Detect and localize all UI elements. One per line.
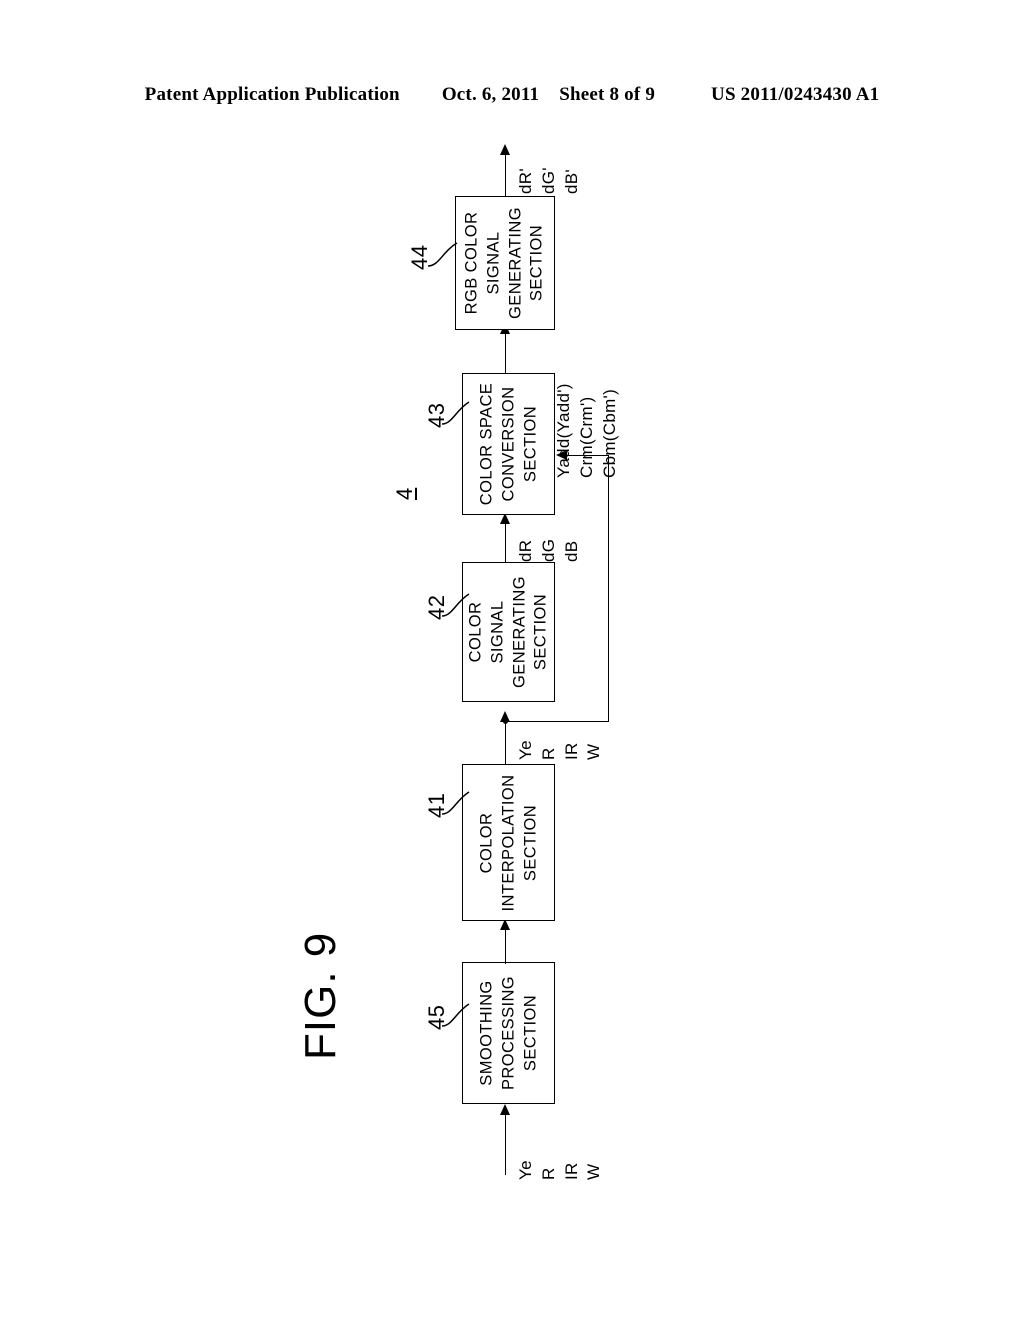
leader-line-42: [441, 593, 470, 617]
block-44-line-2: GENERATING: [506, 207, 524, 319]
block-43-line-2: SECTION: [520, 405, 539, 483]
signal-label-color-out: dR dG dB: [515, 539, 583, 562]
block-rgb-color-signal-generating-section[interactable]: RGB COLOR SIGNAL GENERATING SECTION: [455, 196, 555, 330]
connector-41-to-42: [505, 722, 506, 764]
block-41-label: COLOR INTERPOLATION SECTION: [476, 774, 541, 911]
signal-input-1: R: [538, 1167, 558, 1180]
signal-feedback-1: Crm(Crm'): [576, 396, 596, 478]
block-color-space-conversion-section[interactable]: COLOR SPACE CONVERSION SECTION: [462, 373, 555, 515]
block-43-line-1: CONVERSION: [498, 386, 517, 502]
figure-9-block-diagram: FIG. 9 4 Ye R IR W SMOOTHING PROCESSING …: [0, 0, 1024, 1320]
system-numeral-4: 4: [392, 488, 418, 500]
connector-43-to-44: [505, 334, 506, 374]
block-smoothing-processing-section[interactable]: SMOOTHING PROCESSING SECTION: [462, 962, 555, 1104]
signal-label-feedback: Yadd(Yadd') Crm(Crm') Cbm(Cbm'): [553, 383, 621, 478]
block-43-line-0: COLOR SPACE: [476, 382, 495, 506]
signal-output-2: dB': [561, 169, 581, 194]
signal-interp-2: IR: [561, 742, 581, 760]
block-color-signal-generating-section[interactable]: COLOR SIGNAL GENERATING SECTION: [462, 562, 555, 702]
leader-line-43: [441, 401, 470, 425]
signal-interp-3: W: [584, 743, 604, 760]
block-41-line-0: COLOR: [476, 812, 495, 873]
figure-title: FIG. 9: [296, 931, 345, 1060]
signal-color-1: dG: [538, 538, 558, 562]
block-42-line-1: SIGNAL: [487, 600, 506, 664]
block-42-line-2: GENERATING: [509, 576, 528, 688]
feedback-line-vertical: [607, 455, 609, 722]
leader-line-44: [427, 242, 458, 267]
block-45-label: SMOOTHING PROCESSING SECTION: [476, 976, 541, 1090]
block-42-label: COLOR SIGNAL GENERATING SECTION: [465, 576, 552, 688]
output-line: [505, 155, 506, 197]
feedback-line-horizontal-lower: [505, 721, 609, 722]
block-42-line-3: SECTION: [531, 593, 550, 671]
block-45-line-0: SMOOTHING: [476, 980, 495, 1086]
output-arrowhead: [499, 144, 510, 155]
signal-label-input: Ye R IR W: [515, 1160, 606, 1180]
signal-input-2: IR: [561, 1162, 581, 1180]
block-44-line-0: RGB COLOR: [462, 211, 481, 315]
block-45-line-2: SECTION: [520, 994, 539, 1072]
signal-input-3: W: [584, 1163, 604, 1180]
block-44-label: RGB COLOR SIGNAL GENERATING SECTION: [461, 207, 548, 319]
signal-interp-0: Ye: [516, 740, 535, 760]
signal-output-0: dR': [516, 168, 535, 194]
input-line: [505, 1115, 506, 1175]
signal-input-0: Ye: [516, 1160, 535, 1180]
signal-feedback-2: Cbm(Cbm'): [599, 388, 619, 478]
connector-45-to-41: [505, 930, 506, 964]
signal-label-interp-out: Ye R IR W: [515, 740, 606, 760]
block-41-line-1: INTERPOLATION: [498, 774, 517, 911]
leader-line-45: [441, 1003, 470, 1027]
block-color-interpolation-section[interactable]: COLOR INTERPOLATION SECTION: [462, 764, 555, 921]
connector-42-to-43: [505, 524, 506, 562]
block-45-line-1: PROCESSING: [498, 975, 517, 1091]
system-numeral-4-text: 4: [392, 487, 417, 500]
block-44-line-3: SECTION: [527, 224, 546, 302]
signal-feedback-0: Yadd(Yadd'): [554, 383, 573, 478]
block-44-line-1: SIGNAL: [484, 231, 503, 295]
signal-interp-1: R: [538, 747, 558, 760]
signal-label-output: dR' dG' dB': [515, 167, 583, 194]
signal-color-0: dR: [516, 539, 535, 562]
signal-color-2: dB: [561, 540, 581, 562]
leader-line-41: [441, 791, 470, 815]
signal-output-1: dG': [538, 167, 558, 194]
input-arrowhead: [499, 1104, 510, 1115]
block-43-label: COLOR SPACE CONVERSION SECTION: [476, 383, 541, 505]
block-41-line-2: SECTION: [520, 804, 539, 881]
